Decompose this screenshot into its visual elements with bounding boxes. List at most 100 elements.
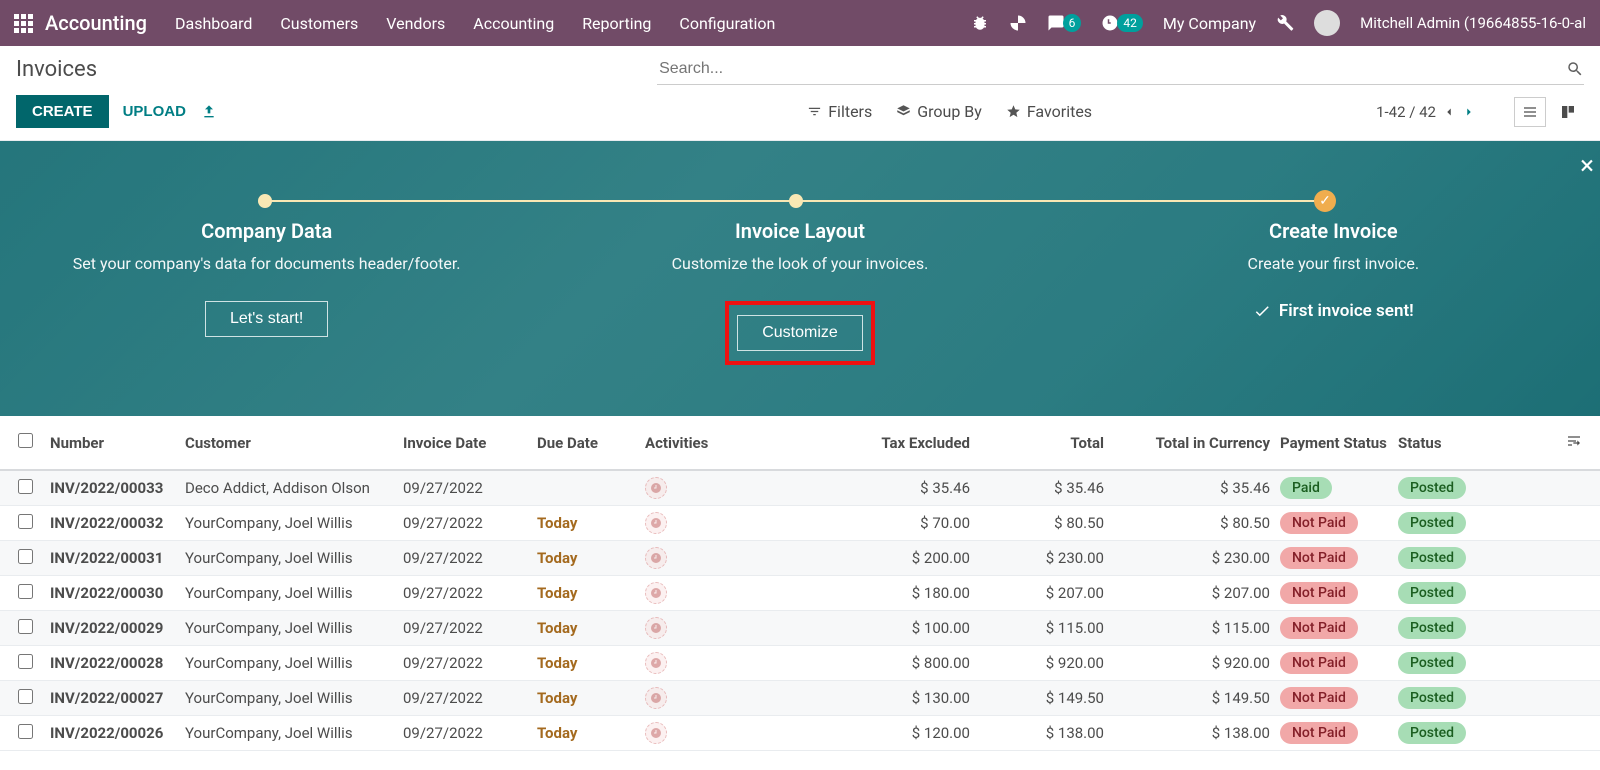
step-invoice-layout: Invoice Layout Customize the look of you… xyxy=(533,219,1066,416)
filters-menu[interactable]: Filters xyxy=(807,102,872,121)
cell-total: $ 920.00 xyxy=(980,654,1114,672)
company-name[interactable]: My Company xyxy=(1163,14,1256,33)
cell-number: INV/2022/00028 xyxy=(50,654,185,672)
upload-button[interactable]: UPLOAD xyxy=(123,103,186,120)
table-row[interactable]: INV/2022/00032YourCompany, Joel Willis09… xyxy=(0,506,1600,541)
table-row[interactable]: INV/2022/00030YourCompany, Joel Willis09… xyxy=(0,576,1600,611)
menu-accounting[interactable]: Accounting xyxy=(473,14,554,33)
cell-total: $ 230.00 xyxy=(980,549,1114,567)
table-row[interactable]: INV/2022/00033Deco Addict, Addison Olson… xyxy=(0,471,1600,506)
menu-reporting[interactable]: Reporting xyxy=(582,14,651,33)
row-select-checkbox[interactable] xyxy=(18,549,33,564)
step-desc: Customize the look of your invoices. xyxy=(563,253,1036,275)
customize-highlight: Customize xyxy=(725,301,875,365)
create-button[interactable]: CREATE xyxy=(16,95,109,128)
col-number[interactable]: Number xyxy=(50,434,185,452)
row-select-checkbox[interactable] xyxy=(18,654,33,669)
view-switcher xyxy=(1514,97,1584,127)
pager-text[interactable]: 1-42 / 42 xyxy=(1376,103,1436,121)
cell-customer: YourCompany, Joel Willis xyxy=(185,724,403,742)
groupby-menu[interactable]: Group By xyxy=(896,102,982,121)
search-bar xyxy=(657,54,1584,85)
pager-next-icon[interactable] xyxy=(1462,105,1476,119)
col-tax-excluded[interactable]: Tax Excluded xyxy=(855,434,980,452)
cell-payment-status: Not Paid xyxy=(1280,512,1398,534)
col-total-currency[interactable]: Total in Currency xyxy=(1114,434,1280,452)
col-total[interactable]: Total xyxy=(980,434,1114,452)
favorites-label: Favorites xyxy=(1027,102,1092,121)
row-select-checkbox[interactable] xyxy=(18,724,33,739)
cell-total-currency: $ 35.46 xyxy=(1114,479,1280,497)
cell-total-currency: $ 115.00 xyxy=(1114,619,1280,637)
cell-activities[interactable] xyxy=(645,617,855,639)
apps-menu-icon[interactable] xyxy=(14,14,33,33)
upload-icon[interactable] xyxy=(200,104,218,120)
pager-prev-icon[interactable] xyxy=(1442,105,1456,119)
col-activities[interactable]: Activities xyxy=(645,434,855,452)
messaging-menu[interactable]: 6 xyxy=(1047,14,1082,32)
messaging-badge: 6 xyxy=(1063,14,1082,32)
cell-payment-status: Not Paid xyxy=(1280,687,1398,709)
customize-button[interactable]: Customize xyxy=(737,315,863,351)
activities-menu[interactable]: 42 xyxy=(1101,14,1143,32)
onboarding-banner: × ✓ Company Data Set your company's data… xyxy=(0,141,1600,416)
search-input[interactable] xyxy=(657,54,1584,85)
username[interactable]: Mitchell Admin (19664855-16-0-al xyxy=(1360,14,1586,32)
clock-icon xyxy=(645,652,667,674)
debug-icon[interactable] xyxy=(971,14,989,32)
cell-activities[interactable] xyxy=(645,687,855,709)
lets-start-button[interactable]: Let's start! xyxy=(205,301,328,337)
list-view-button[interactable] xyxy=(1514,97,1546,127)
favorites-menu[interactable]: Favorites xyxy=(1006,102,1092,121)
col-due-date[interactable]: Due Date xyxy=(537,434,645,452)
cell-activities[interactable] xyxy=(645,547,855,569)
invoices-table: Number Customer Invoice Date Due Date Ac… xyxy=(0,416,1600,751)
cell-activities[interactable] xyxy=(645,512,855,534)
cell-total-currency: $ 920.00 xyxy=(1114,654,1280,672)
cell-total: $ 149.50 xyxy=(980,689,1114,707)
close-icon[interactable]: × xyxy=(1580,151,1594,181)
table-row[interactable]: INV/2022/00029YourCompany, Joel Willis09… xyxy=(0,611,1600,646)
row-select-checkbox[interactable] xyxy=(18,479,33,494)
cell-total-currency: $ 230.00 xyxy=(1114,549,1280,567)
row-select-checkbox[interactable] xyxy=(18,689,33,704)
table-row[interactable]: INV/2022/00027YourCompany, Joel Willis09… xyxy=(0,681,1600,716)
cell-activities[interactable] xyxy=(645,582,855,604)
menu-configuration[interactable]: Configuration xyxy=(679,14,775,33)
select-all-checkbox[interactable] xyxy=(18,433,33,448)
cell-activities[interactable] xyxy=(645,652,855,674)
col-customer[interactable]: Customer xyxy=(185,434,403,452)
support-icon[interactable] xyxy=(1009,14,1027,32)
cell-number: INV/2022/00033 xyxy=(50,479,185,497)
app-name[interactable]: Accounting xyxy=(45,11,147,35)
row-select-checkbox[interactable] xyxy=(18,514,33,529)
tools-icon[interactable] xyxy=(1276,14,1294,32)
col-settings[interactable] xyxy=(1566,433,1596,453)
table-row[interactable]: INV/2022/00028YourCompany, Joel Willis09… xyxy=(0,646,1600,681)
cell-customer: YourCompany, Joel Willis xyxy=(185,619,403,637)
avatar[interactable] xyxy=(1314,10,1340,36)
cell-status: Posted xyxy=(1398,722,1541,744)
kanban-view-button[interactable] xyxy=(1552,97,1584,127)
clock-icon xyxy=(645,547,667,569)
cell-activities[interactable] xyxy=(645,722,855,744)
cell-customer: YourCompany, Joel Willis xyxy=(185,584,403,602)
row-select-checkbox[interactable] xyxy=(18,584,33,599)
cell-payment-status: Not Paid xyxy=(1280,652,1398,674)
col-payment-status[interactable]: Payment Status xyxy=(1280,434,1398,452)
cell-due-date: Today xyxy=(537,584,645,602)
search-icon[interactable] xyxy=(1566,60,1584,78)
table-row[interactable]: INV/2022/00031YourCompany, Joel Willis09… xyxy=(0,541,1600,576)
progress-dot-2 xyxy=(789,194,803,208)
cell-activities[interactable] xyxy=(645,477,855,499)
cell-total: $ 115.00 xyxy=(980,619,1114,637)
menu-customers[interactable]: Customers xyxy=(280,14,358,33)
row-select-checkbox[interactable] xyxy=(18,619,33,634)
menu-dashboard[interactable]: Dashboard xyxy=(175,14,252,33)
table-row[interactable]: INV/2022/00026YourCompany, Joel Willis09… xyxy=(0,716,1600,751)
cell-invoice-date: 09/27/2022 xyxy=(403,654,537,672)
col-invoice-date[interactable]: Invoice Date xyxy=(403,434,537,452)
col-status[interactable]: Status xyxy=(1398,434,1541,452)
menu-vendors[interactable]: Vendors xyxy=(386,14,445,33)
cell-total-currency: $ 80.50 xyxy=(1114,514,1280,532)
